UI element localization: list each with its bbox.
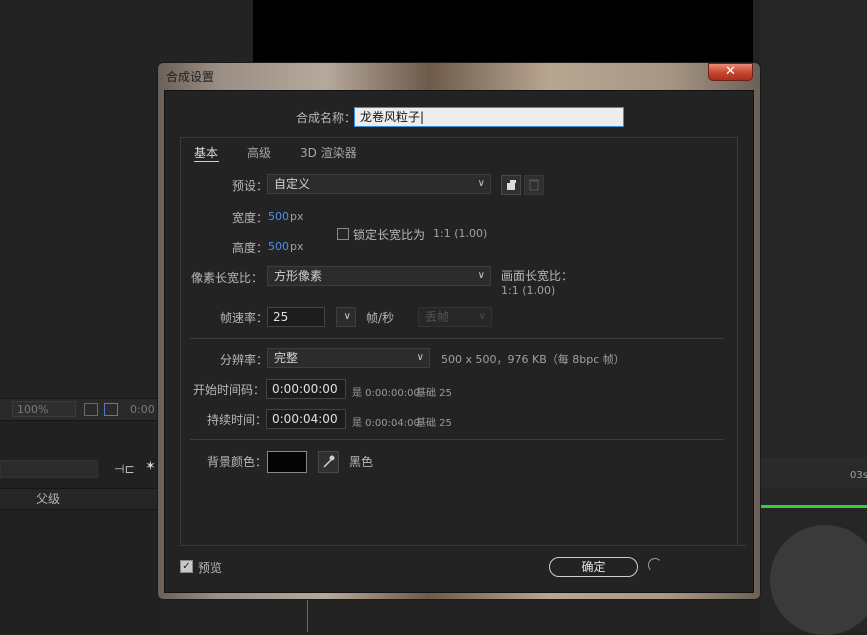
- duration-base: 基础 25: [416, 418, 452, 429]
- group-divider: [180, 545, 746, 546]
- viewer-timecode[interactable]: 0:00: [130, 403, 155, 416]
- preview-label: 预览: [198, 561, 223, 575]
- chevron-down-icon: ∨: [416, 352, 424, 363]
- frame-aspect-value: 1:1 (1.00): [501, 284, 556, 297]
- chevron-down-icon: ∨: [478, 311, 486, 322]
- start-timecode-label: 开始时间码：: [193, 383, 266, 397]
- active-tab-indicator: [194, 161, 219, 162]
- lock-aspect-label: 锁定长宽比为: [353, 228, 426, 242]
- duration-input[interactable]: 0:00:04:00: [266, 409, 346, 429]
- bg-color-name: 黑色: [349, 455, 374, 469]
- section-divider: [190, 439, 724, 440]
- trash-icon: [529, 179, 539, 191]
- duration-label: 持续时间：: [207, 413, 268, 427]
- dialog-title: 合成设置: [166, 70, 215, 84]
- lock-aspect-checkbox[interactable]: [337, 228, 349, 240]
- section-divider: [190, 338, 724, 339]
- work-area-bar[interactable]: [760, 505, 867, 508]
- pixel-aspect-dropdown[interactable]: 方形像素 ∨: [267, 266, 491, 286]
- time-ruler-label: 03s: [850, 470, 867, 481]
- width-label: 宽度：: [232, 211, 269, 225]
- grid-icon[interactable]: [104, 403, 118, 416]
- preset-dropdown[interactable]: 自定义 ∨: [267, 174, 491, 194]
- pixel-aspect-label: 像素长宽比：: [191, 271, 264, 285]
- zoom-dropdown[interactable]: 100%: [12, 401, 76, 417]
- drop-frame-value: 丢帧: [425, 310, 450, 324]
- composition-viewer: [253, 0, 753, 64]
- close-icon: ✕: [725, 64, 736, 79]
- layer-column-header: [0, 488, 160, 510]
- spinner-icon: [648, 558, 662, 572]
- height-unit: px: [290, 240, 304, 253]
- frame-aspect-label: 画面长宽比：: [501, 269, 574, 283]
- bg-color-swatch[interactable]: [267, 451, 307, 473]
- preset-value: 自定义: [274, 177, 311, 191]
- region-icon[interactable]: [84, 403, 98, 416]
- resolution-value: 完整: [274, 351, 299, 365]
- drop-frame-dropdown[interactable]: 丢帧 ∨: [418, 307, 492, 327]
- flowchart-icon[interactable]: ⊣⊏: [114, 462, 135, 476]
- start-timecode-equals: 是 0:00:00:00: [352, 388, 420, 399]
- eyedropper-button[interactable]: [318, 451, 339, 473]
- composition-name-label: 合成名称：: [296, 111, 357, 125]
- new-preset-icon: [507, 180, 516, 190]
- timeline-panel: [0, 420, 160, 633]
- delete-preset-button[interactable]: [524, 175, 544, 195]
- chevron-down-icon: ∨: [477, 270, 485, 281]
- resolution-label: 分辨率：: [220, 353, 269, 367]
- width-unit: px: [290, 210, 304, 223]
- chevron-down-icon: ∨: [343, 311, 351, 322]
- preset-label: 预设：: [232, 179, 269, 193]
- bg-color-label: 背景颜色：: [207, 455, 268, 469]
- checkbox-icon: ✓: [182, 561, 191, 572]
- duration-equals: 是 0:00:04:00: [352, 418, 420, 429]
- tab-basic[interactable]: 基本: [194, 144, 218, 161]
- parent-column-label: 父级: [36, 492, 61, 506]
- composition-name-input[interactable]: 龙卷风粒子|: [354, 107, 624, 127]
- frame-rate-dropdown[interactable]: ∨: [336, 307, 356, 327]
- start-timecode-base: 基础 25: [416, 388, 452, 399]
- width-value[interactable]: 500: [268, 210, 289, 223]
- height-label: 高度：: [232, 241, 269, 255]
- frame-rate-label: 帧速率：: [220, 311, 269, 325]
- tab-advanced[interactable]: 高级: [247, 144, 271, 161]
- new-preset-button[interactable]: [501, 175, 521, 195]
- resolution-info: 500 x 500，976 KB（每 8bpc 帧）: [441, 353, 625, 366]
- chevron-down-icon: ∨: [477, 178, 485, 189]
- close-button[interactable]: ✕: [708, 63, 753, 81]
- frame-rate-unit: 帧/秒: [366, 311, 395, 325]
- composition-name-value: 龙卷风粒子: [360, 110, 421, 124]
- tab-3d-renderer[interactable]: 3D 渲染器: [300, 144, 357, 161]
- resolution-dropdown[interactable]: 完整 ∨: [267, 348, 430, 368]
- pixel-aspect-value: 方形像素: [274, 269, 323, 283]
- start-timecode-input[interactable]: 0:00:00:00: [266, 379, 346, 399]
- settings-group: [180, 137, 738, 545]
- lock-aspect-ratio: 1:1 (1.00): [433, 227, 488, 240]
- playhead-line[interactable]: [307, 600, 308, 632]
- eyedropper-icon: [323, 455, 335, 468]
- ok-button[interactable]: 确定: [549, 557, 638, 577]
- solo-icon[interactable]: ✶: [145, 459, 156, 474]
- frame-rate-input[interactable]: 25: [267, 307, 325, 327]
- preview-checkbox[interactable]: ✓: [180, 560, 193, 573]
- timeline-search-input[interactable]: [0, 460, 98, 478]
- height-value[interactable]: 500: [268, 240, 289, 253]
